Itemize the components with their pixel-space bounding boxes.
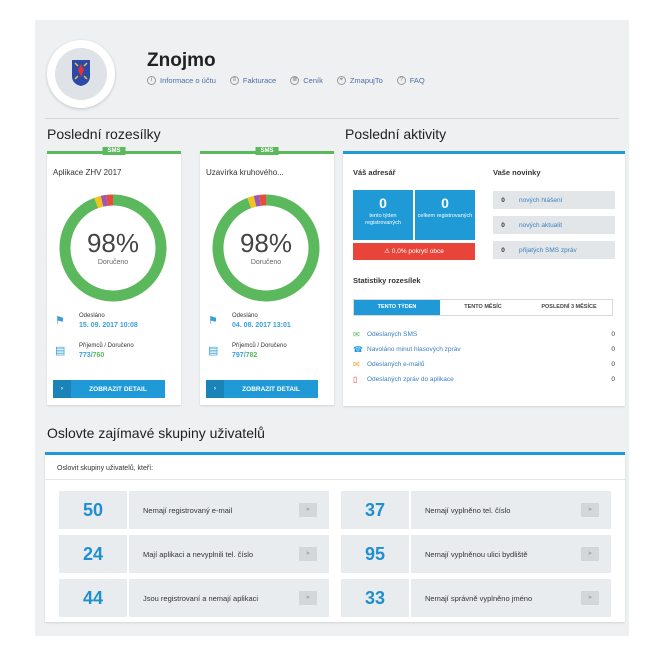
divider [45, 118, 619, 119]
group-item: 95 Nemají vyplněnou ulici bydliště ➤ [341, 535, 611, 573]
mailing-title: Uzavírka kruhového... [206, 168, 284, 177]
mailing-title: Aplikace ZHV 2017 [53, 168, 122, 177]
stat-row: ▯ Odeslaných zpráv do aplikace 0 [353, 375, 615, 384]
tab-this-week[interactable]: TENTO TÝDEN [354, 300, 440, 315]
info-icon: i [147, 76, 156, 85]
sms-badge: SMS [255, 147, 279, 155]
nav-account-info[interactable]: i Informace o účtu [147, 76, 216, 85]
sms-icon: ✉ [353, 330, 360, 339]
activity-title: Poslední aktivity [345, 126, 447, 142]
news-label: Vaše novinky [493, 168, 541, 177]
send-icon[interactable]: ➤ [299, 591, 317, 605]
nav-zmapujto[interactable]: ⌖ ZmapujTo [336, 76, 383, 85]
stat-row: ✉ Odeslaných e-mailů 0 [353, 360, 615, 369]
stat-row: ☎ Navoláno minut hlasových zpráv 0 [353, 345, 615, 354]
news-item[interactable]: 0 nových aktualit [493, 216, 615, 234]
groups-subtitle: Oslovit skupiny uživatelů, kteří: [57, 465, 154, 472]
recipients-value: 773/760 [79, 352, 105, 359]
group-item: 33 Nemají správně vyplněno jméno ➤ [341, 579, 611, 617]
send-icon[interactable]: ➤ [581, 547, 599, 561]
coat-of-arms-icon [72, 60, 90, 86]
flag-icon: ⚑ [208, 315, 218, 327]
tab-this-month[interactable]: TENTO MĚSÍC [440, 300, 526, 315]
recipients-icon: ▤ [208, 345, 219, 357]
recipients-value: 797/782 [232, 352, 258, 359]
stats-tabs: TENTO TÝDEN TENTO MĚSÍC POSLEDNÍ 3 MĚSÍC… [353, 299, 613, 316]
sent-label: Odesláno [232, 313, 258, 319]
delivery-percent: 98% [86, 228, 140, 258]
send-icon[interactable]: ➤ [299, 547, 317, 561]
nav-faq[interactable]: ? FAQ [396, 76, 425, 85]
total-registered-box: 0 celkem registrovaných [415, 190, 475, 240]
groups-title: Oslovte zajímavé skupiny uživatelů [47, 425, 265, 441]
sms-badge: SMS [102, 147, 126, 155]
mailings-title: Poslední rozesílky [47, 126, 161, 142]
group-item: 37 Nemají vyplněno tel. číslo ➤ [341, 491, 611, 529]
send-icon[interactable]: ➤ [581, 503, 599, 517]
chevron-right-icon: › [53, 380, 71, 398]
divider [45, 479, 625, 480]
send-icon[interactable]: ➤ [299, 503, 317, 517]
sent-label: Odesláno [79, 313, 105, 319]
group-item: 44 Jsou registrovaní a nemají aplikaci ➤ [59, 579, 329, 617]
dashboard: Znojmo i Informace o účtu ≡ Fakturace ≣ Cen… [35, 20, 629, 636]
mailing-card: SMS Uzavírka kruhového... 98% Doručeno ⚑… [200, 147, 334, 405]
week-registered-box: 0 tento týden registrovaných [353, 190, 413, 240]
email-icon: ✉ [353, 360, 360, 369]
group-item: 50 Nemají registrovaný e-mail ➤ [59, 491, 329, 529]
mailing-card: SMS Aplikace ZHV 2017 98% Doručeno ⚑ Ode… [47, 147, 181, 405]
delivery-percent: 98% [239, 228, 293, 258]
show-detail-button[interactable]: › ZOBRAZIT DETAIL [53, 380, 165, 398]
stats-label: Statistiky rozesílek [353, 276, 421, 285]
delivery-percent-label: Doručeno [250, 259, 282, 266]
map-icon: ⌖ [336, 76, 346, 85]
phone-icon: ☎ [353, 345, 363, 354]
billing-icon: ≡ [229, 76, 239, 85]
sent-value: 15. 09. 2017 10:08 [79, 322, 138, 329]
group-item: 24 Mají aplikaci a nevyplnili tel. číslo ➤ [59, 535, 329, 573]
show-detail-button[interactable]: › ZOBRAZIT DETAIL [206, 380, 318, 398]
groups-panel: Oslovit skupiny uživatelů, kteří: 50 Nema… [45, 452, 625, 622]
send-icon[interactable]: ➤ [581, 591, 599, 605]
mobile-icon: ▯ [353, 375, 358, 384]
header: Znojmo i Informace o účtu ≡ Fakturace ≣ Cen… [35, 20, 629, 115]
activity-panel: Váš adresář 0 tento týden registrovaných… [343, 151, 625, 406]
recipients-icon: ▤ [55, 345, 66, 357]
town-logo [47, 40, 115, 108]
nav-pricing[interactable]: ≣ Ceník [290, 76, 323, 85]
tab-last-3-months[interactable]: POSLEDNÍ 3 MĚSÍCE [526, 300, 612, 315]
recipients-label: Příjemců / Doručeno [232, 343, 287, 349]
town-name: Znojmo [147, 50, 216, 71]
delivery-percent-label: Doručeno [97, 259, 129, 266]
address-book-label: Váš adresář [353, 168, 396, 177]
news-item[interactable]: 0 nových hlášení [493, 191, 615, 209]
chevron-right-icon: › [206, 380, 224, 398]
recipients-label: Příjemců / Doručeno [79, 343, 134, 349]
question-icon: ? [396, 76, 406, 85]
sent-value: 04. 08. 2017 13:01 [232, 322, 291, 329]
stat-row: ✉ Odeslaných SMS 0 [353, 330, 615, 339]
coverage-warning: ⚠ 0,0% pokrytí obce [353, 243, 475, 260]
pricing-icon: ≣ [290, 76, 300, 85]
flag-icon: ⚑ [55, 315, 65, 327]
top-nav: i Informace o účtu ≡ Fakturace ≣ Ceník ⌖ Zma… [147, 76, 425, 85]
nav-billing[interactable]: ≡ Fakturace [229, 76, 276, 85]
news-item[interactable]: 0 přijatých SMS zpráv [493, 241, 615, 259]
